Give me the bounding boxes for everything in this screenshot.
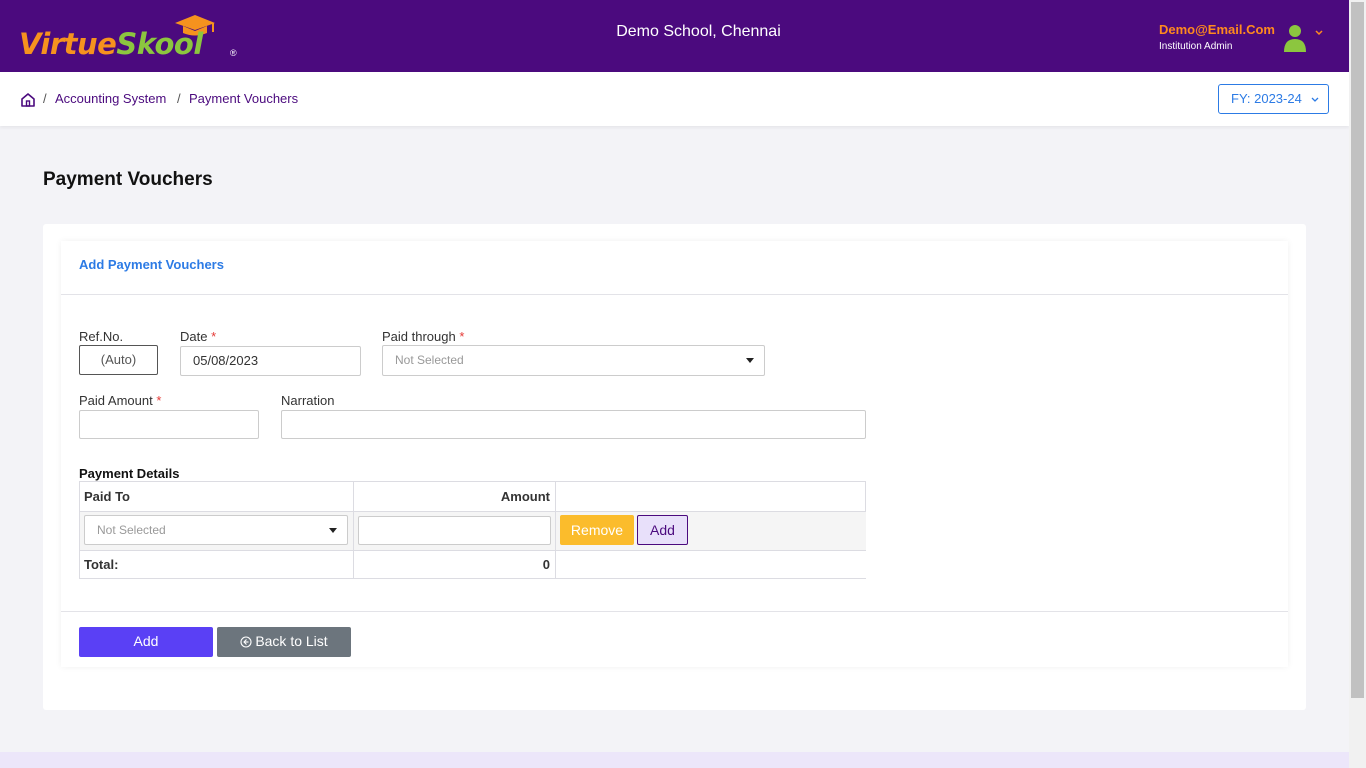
paid-amount-input[interactable] (79, 410, 259, 439)
table-border (865, 481, 866, 511)
table-border (79, 511, 866, 512)
table-border (79, 550, 866, 551)
breadcrumb-separator: / (177, 91, 181, 106)
paid-to-select[interactable]: Not Selected (84, 515, 348, 545)
total-value: 0 (542, 557, 550, 572)
add-voucher-button[interactable]: Add (79, 627, 213, 657)
table-border (79, 481, 80, 578)
breadcrumb-payment-vouchers[interactable]: Payment Vouchers (189, 91, 298, 106)
school-name: Demo School, Chennai (616, 23, 781, 40)
column-header-amount: Amount (500, 489, 550, 504)
amount-input[interactable] (358, 516, 551, 545)
form-card-title: Add Payment Vouchers (79, 257, 224, 272)
table-border (79, 481, 866, 482)
add-row-button[interactable]: Add (637, 515, 688, 545)
narration-label: Narration (281, 393, 335, 408)
breadcrumb: / Accounting System / Payment Vouchers F… (0, 72, 1349, 126)
dropdown-arrow-icon (329, 528, 337, 533)
scrollbar-thumb[interactable] (1351, 2, 1364, 698)
narration-input[interactable] (281, 410, 866, 439)
circle-arrow-left-icon (240, 636, 252, 648)
back-to-list-label: Back to List (255, 633, 328, 649)
paid-to-value: Not Selected (97, 523, 166, 537)
table-border (353, 481, 354, 578)
ref-no-field: (Auto) (79, 345, 158, 375)
logo[interactable]: VirtueSkool ® (19, 14, 249, 61)
paid-through-select[interactable]: Not Selected (382, 345, 765, 376)
paid-through-value: Not Selected (395, 353, 464, 367)
breadcrumb-accounting-system[interactable]: Accounting System (55, 91, 166, 106)
footer-strip (0, 752, 1349, 768)
column-header-paid-to: Paid To (84, 489, 130, 504)
fy-selector-button[interactable]: FY: 2023-24 (1218, 84, 1329, 114)
total-label: Total: (84, 557, 119, 572)
logo-text: VirtueSkool (19, 27, 203, 61)
dropdown-arrow-icon (746, 358, 754, 363)
paid-amount-label: Paid Amount * (79, 393, 162, 408)
scrollbar[interactable] (1349, 0, 1366, 768)
user-role: Institution Admin (1159, 41, 1233, 52)
user-avatar-icon[interactable] (1283, 24, 1307, 52)
fy-selector-label: FY: 2023-24 (1231, 91, 1302, 106)
table-border (79, 578, 866, 579)
table-border (555, 481, 556, 578)
page-title: Payment Vouchers (43, 169, 213, 190)
divider (61, 611, 1288, 612)
chevron-down-icon[interactable] (1314, 27, 1324, 37)
chevron-down-icon (1311, 97, 1319, 102)
user-email[interactable]: Demo@Email.Com (1159, 22, 1275, 37)
back-to-list-button[interactable]: Back to List (217, 627, 351, 657)
form-card (61, 241, 1288, 667)
payment-details-title: Payment Details (79, 466, 180, 481)
date-label: Date * (180, 329, 217, 344)
top-bar: VirtueSkool ® Demo School, Chennai Demo@… (0, 0, 1349, 72)
breadcrumb-separator: / (43, 91, 47, 106)
paid-through-label: Paid through * (382, 329, 465, 344)
logo-registered-mark: ® (230, 48, 237, 58)
remove-row-button[interactable]: Remove (560, 515, 634, 545)
home-icon[interactable] (20, 92, 36, 108)
divider (61, 294, 1288, 295)
date-input[interactable]: 05/08/2023 (180, 346, 361, 376)
ref-no-label: Ref.No. (79, 329, 124, 344)
